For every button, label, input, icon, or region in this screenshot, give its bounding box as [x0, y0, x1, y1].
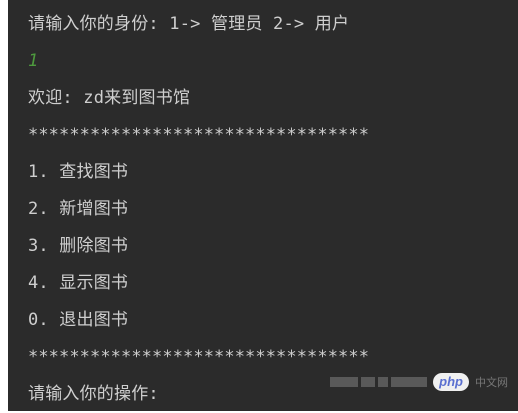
- watermark-text: 中文网: [475, 376, 508, 389]
- identity-prompt: 请输入你的身份: 1-> 管理员 2-> 用户: [28, 14, 350, 34]
- watermark-block: [378, 377, 389, 387]
- watermark-block: [361, 377, 376, 387]
- menu-item-exit: 0. 退出图书: [28, 310, 129, 330]
- menu-item-display-books: 4. 显示图书: [28, 273, 129, 293]
- welcome-message: 欢迎: zd来到图书馆: [28, 88, 191, 108]
- watermark: php 中文网: [330, 373, 508, 391]
- watermark-blur-blocks: [330, 377, 428, 387]
- watermark-block: [330, 377, 359, 387]
- menu-item-find-book: 1. 查找图书: [28, 162, 129, 182]
- console-output: 请输入你的身份: 1-> 管理员 2-> 用户 1 欢迎: zd来到图书馆 **…: [8, 0, 518, 411]
- separator-bottom: *********************************: [28, 347, 370, 367]
- watermark-block: [391, 377, 428, 387]
- user-input-echo: 1: [28, 51, 39, 71]
- php-logo: php: [433, 373, 469, 391]
- menu-item-delete-book: 3. 删除图书: [28, 236, 129, 256]
- separator-top: *********************************: [28, 125, 370, 145]
- menu-item-add-book: 2. 新增图书: [28, 199, 129, 219]
